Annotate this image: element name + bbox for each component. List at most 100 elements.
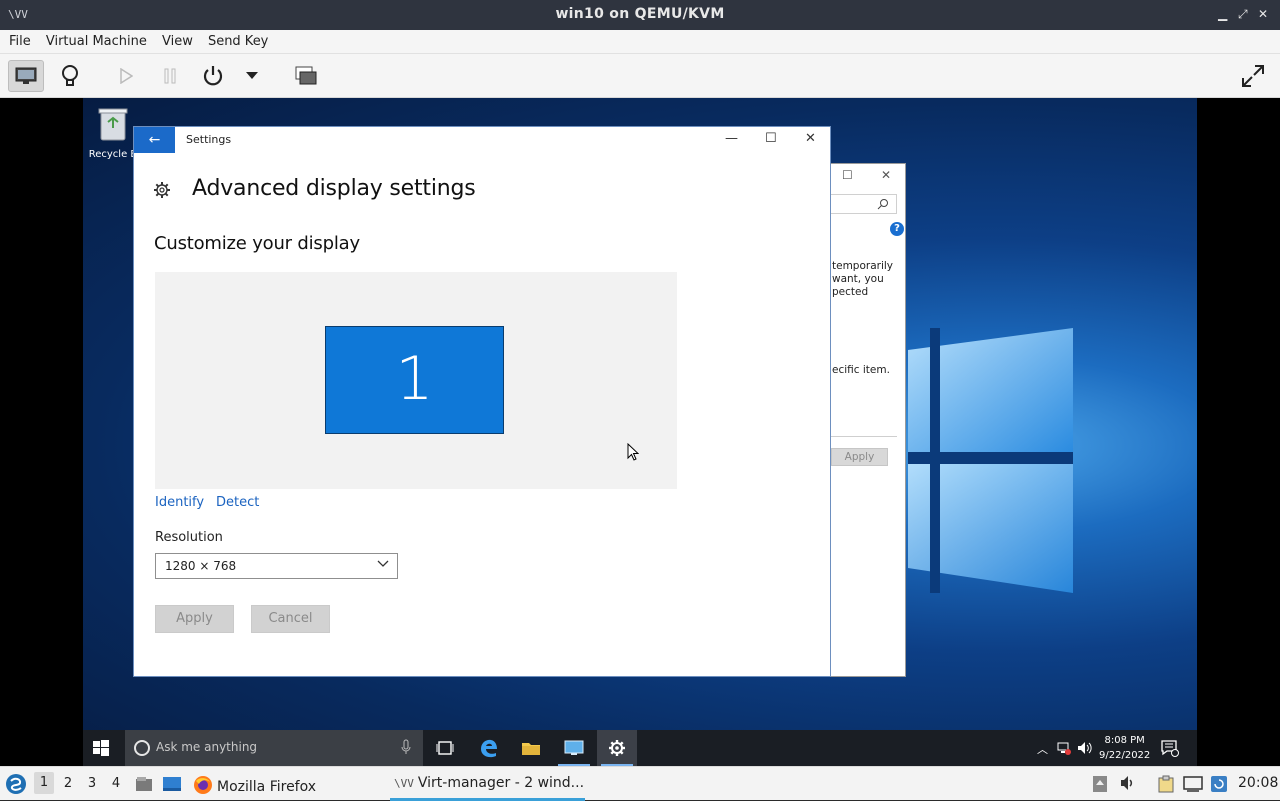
power-icon	[203, 66, 223, 86]
cortana-search-box[interactable]: Ask me anything	[125, 730, 423, 766]
workspace-4[interactable]: 4	[106, 776, 126, 791]
file-manager-launcher-icon[interactable]	[135, 775, 153, 793]
menu-send-key[interactable]: Send Key	[199, 30, 268, 49]
background-text-line: temporarily	[832, 260, 894, 272]
volume-tray-icon[interactable]	[1120, 775, 1136, 791]
windows-taskbar: Ask me anything ︿ 8:08 PM 9/22/2022	[83, 730, 1197, 766]
fullscreen-button[interactable]	[1235, 60, 1271, 92]
pause-icon	[164, 68, 176, 84]
help-icon[interactable]: ?	[890, 222, 904, 236]
action-center-icon[interactable]	[1161, 739, 1179, 757]
window-title: win10 on QEMU/KVM	[555, 6, 725, 22]
resolution-value: 1280 × 768	[165, 559, 237, 573]
workspace-3[interactable]: 3	[82, 776, 102, 791]
task-view-button[interactable]	[425, 730, 465, 766]
workspace-2[interactable]: 2	[58, 776, 78, 791]
show-console-button[interactable]	[8, 60, 44, 92]
back-button[interactable]: ←	[134, 127, 175, 153]
close-window-button[interactable]: ✕	[1258, 7, 1268, 21]
guest-display[interactable]: Recycle B ☐ ✕ ? temporarily want, you pe…	[0, 98, 1280, 766]
menu-file[interactable]: File	[0, 30, 31, 49]
host-panel: 1 2 3 4 Mozilla Firefox \VV Virt-manager …	[0, 766, 1280, 801]
monitor-icon	[15, 67, 37, 84]
display-preview-area: 1	[155, 272, 677, 489]
host-menubar: File Virtual Machine View Send Key	[0, 30, 1280, 54]
show-hidden-icons-chevron-icon[interactable]: ︿	[1037, 741, 1048, 757]
run-button[interactable]	[108, 60, 144, 92]
background-dialog[interactable]: ☐ ✕ ? temporarily want, you pected ecifi…	[830, 163, 906, 677]
settings-window-title: Settings	[186, 133, 232, 146]
settings-window[interactable]: ← Settings — ☐ ✕ Advanced display settin…	[133, 126, 831, 677]
mouse-cursor-icon	[627, 443, 639, 461]
windows-logo-wallpaper	[908, 328, 1073, 593]
guest-clock[interactable]: 8:08 PM 9/22/2022	[1099, 733, 1150, 763]
guest-date: 9/22/2022	[1099, 750, 1151, 761]
snapshot-icon	[295, 66, 317, 85]
firefox-icon	[194, 776, 212, 794]
search-placeholder: Ask me anything	[156, 740, 258, 754]
settings-close-button[interactable]: ✕	[805, 131, 816, 146]
display-control-panel-icon	[564, 740, 584, 755]
lightbulb-icon	[62, 65, 78, 86]
task-label: Mozilla Firefox	[217, 779, 317, 795]
folder-icon	[522, 743, 540, 755]
section-title: Customize your display	[154, 233, 360, 254]
shutdown-menu-button[interactable]	[234, 60, 270, 92]
gear-icon	[154, 182, 170, 198]
maximize-window-button[interactable]: ⤢	[1238, 7, 1248, 22]
edge-taskbar-button[interactable]	[469, 730, 509, 766]
settings-maximize-button[interactable]: ☐	[765, 131, 777, 146]
settings-titlebar: ← Settings — ☐ ✕	[134, 127, 830, 153]
background-search-field[interactable]	[831, 194, 897, 214]
virt-manager-icon: \VV	[394, 777, 414, 790]
snapshots-button[interactable]	[288, 60, 324, 92]
minimize-window-button[interactable]: ▁	[1218, 7, 1227, 21]
network-tray-icon[interactable]	[1183, 775, 1203, 793]
background-text-line: pected	[832, 286, 869, 298]
microphone-icon[interactable]	[401, 739, 411, 755]
control-panel-taskbar-button[interactable]	[554, 730, 594, 766]
disk-tray-icon[interactable]	[1092, 775, 1108, 793]
detect-link[interactable]: Detect	[216, 495, 259, 510]
taskbar-firefox[interactable]: Mozilla Firefox	[193, 767, 316, 801]
menu-virtual-machine[interactable]: Virtual Machine	[37, 30, 147, 49]
host-clock[interactable]: 20:08	[1238, 775, 1278, 791]
menu-view[interactable]: View	[153, 30, 193, 49]
network-disconnected-icon[interactable]	[1057, 741, 1071, 755]
background-apply-button[interactable]: Apply	[831, 448, 888, 466]
background-text-line: want, you	[832, 273, 884, 285]
host-toolbar	[0, 54, 1280, 98]
resolution-label: Resolution	[155, 530, 223, 545]
fullscreen-icon	[1242, 65, 1264, 87]
pause-button[interactable]	[152, 60, 188, 92]
task-label: Virt-manager - 2 wind...	[417, 775, 585, 791]
taskbar-virt-manager[interactable]: \VV Virt-manager - 2 wind...	[390, 767, 585, 801]
task-view-icon	[436, 741, 454, 755]
background-text-line: ecific item.	[832, 364, 890, 376]
background-maximize-icon[interactable]: ☐	[842, 168, 853, 182]
resolution-dropdown[interactable]: 1280 × 768	[155, 553, 398, 579]
clipboard-tray-icon[interactable]	[1156, 775, 1176, 793]
search-icon	[877, 199, 888, 210]
show-desktop-launcher-icon[interactable]	[162, 775, 182, 793]
monitor-tile[interactable]: 1	[325, 326, 504, 434]
distro-menu-icon[interactable]	[5, 773, 27, 795]
cancel-button[interactable]: Cancel	[251, 605, 330, 633]
gear-icon	[609, 740, 625, 756]
cortana-icon	[134, 740, 150, 756]
file-explorer-taskbar-button[interactable]	[511, 730, 551, 766]
settings-taskbar-button[interactable]	[597, 730, 637, 766]
recycle-bin-icon	[98, 108, 128, 141]
update-tray-icon[interactable]	[1210, 775, 1228, 793]
apply-button[interactable]: Apply	[155, 605, 234, 633]
identify-link[interactable]: Identify	[155, 495, 204, 510]
background-close-icon[interactable]: ✕	[881, 168, 891, 182]
shutdown-button[interactable]	[195, 60, 231, 92]
volume-icon[interactable]	[1077, 741, 1093, 755]
workspace-1[interactable]: 1	[34, 772, 54, 794]
windows-start-icon[interactable]	[93, 740, 109, 756]
show-details-button[interactable]	[52, 60, 88, 92]
settings-minimize-button[interactable]: —	[725, 131, 738, 146]
page-title: Advanced display settings	[192, 176, 476, 201]
divider	[831, 436, 897, 437]
